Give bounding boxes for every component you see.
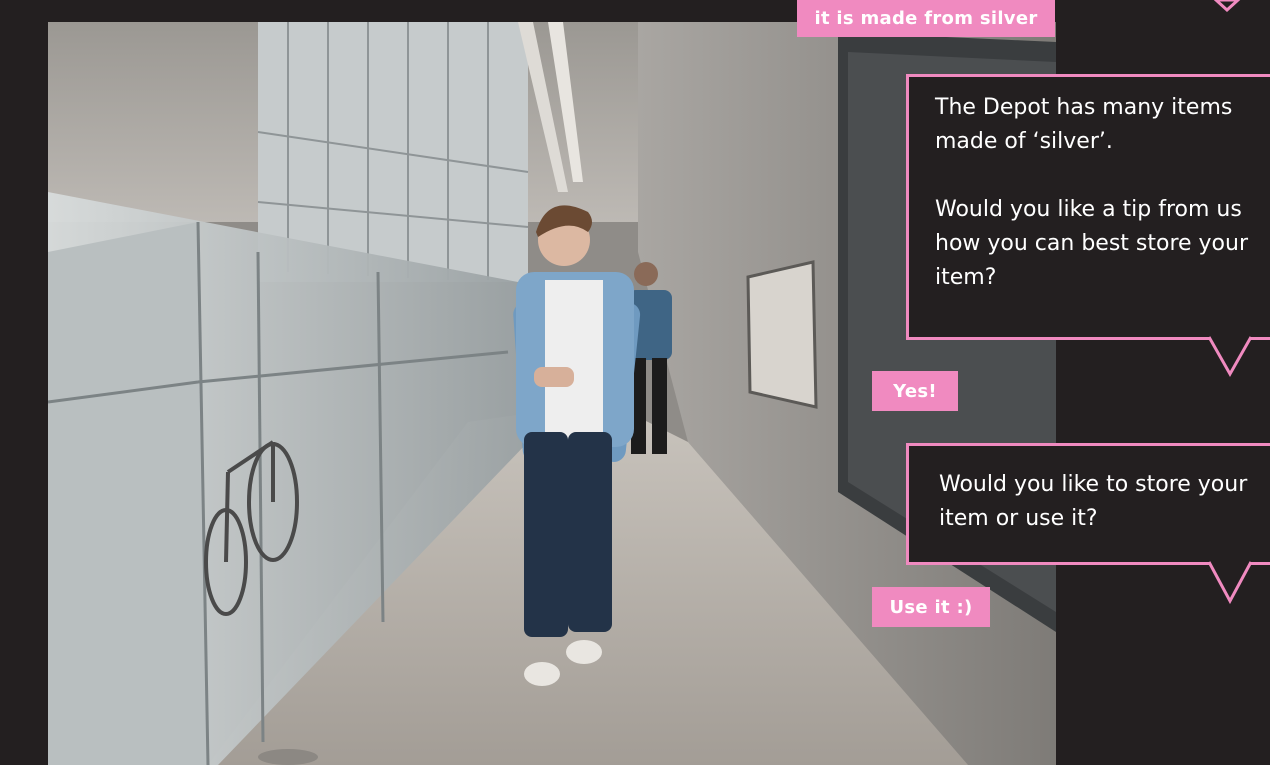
bot-message-2-text: Would you like to store your item or use… xyxy=(939,472,1248,531)
reply-use-it-label: Use it :) xyxy=(889,596,973,618)
previous-bubble-tail-icon xyxy=(1213,0,1241,12)
bot-message-bubble-1: The Depot has many items made of ‘silver… xyxy=(906,74,1270,340)
reply-use-it-chip[interactable]: Use it :) xyxy=(872,587,990,627)
top-reply-chip[interactable]: it is made from silver xyxy=(797,0,1055,37)
bubble-1-tail-icon xyxy=(1207,336,1253,378)
bot-message-1-text: The Depot has many items made of ‘silver… xyxy=(935,95,1249,290)
reply-yes-chip[interactable]: Yes! xyxy=(872,371,958,411)
bot-message-bubble-2: Would you like to store your item or use… xyxy=(906,443,1270,565)
reply-yes-label: Yes! xyxy=(893,380,937,402)
top-reply-label: it is made from silver xyxy=(814,8,1038,29)
bubble-2-tail-icon xyxy=(1207,561,1253,605)
